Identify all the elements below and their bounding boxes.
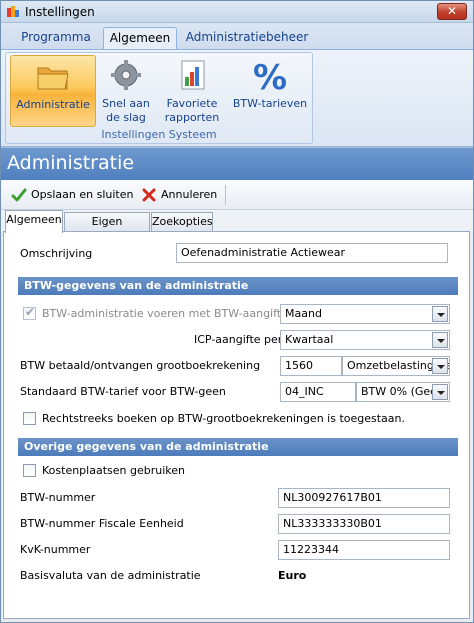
save-and-close-button[interactable]: Opslaan en sluiten <box>11 185 133 205</box>
icp-aangifte-label: ICP-aangifte per <box>194 333 283 346</box>
rechtstreeks-boeken-checkbox[interactable] <box>23 412 36 425</box>
gear-icon <box>111 60 141 90</box>
btw-nummer-fiscale-eenheid-label: BTW-nummer Fiscale Eenheid <box>20 517 184 530</box>
btw-aangifte-value: Maand <box>285 307 322 320</box>
standaard-btw-tarief-label: Standaard BTW-tarief voor BTW-geen <box>20 385 226 398</box>
ribbon-button-label-line2: rapporten <box>164 111 220 124</box>
page-header: Administratie <box>1 147 473 180</box>
icp-aangifte-value: Kwartaal <box>285 333 334 346</box>
checkmark-icon <box>11 188 27 202</box>
omschrijving-label: Omschrijving <box>20 247 93 260</box>
standaard-btw-tarief-select[interactable]: BTW 0% (Geen <box>356 382 450 402</box>
tab-zoekopties[interactable]: Zoekopties <box>151 212 213 232</box>
ribbon-panel: Administratie Snel aan de slag Favoriete… <box>1 49 473 147</box>
ribbon-button-label: Snel aan de slag <box>98 97 154 125</box>
report-chart-icon <box>181 60 205 90</box>
toolbar-separator <box>225 185 226 205</box>
section-overige-gegevens: Overige gegevens van de administratie <box>18 438 458 456</box>
chevron-down-icon[interactable] <box>432 306 448 322</box>
grootboekrekening-label: BTW betaald/ontvangen grootboekrekening <box>20 359 261 372</box>
btw-nummer-label: BTW-nummer <box>20 491 96 504</box>
ribbon-button-snel-aan-de-slag[interactable]: Snel aan de slag <box>98 55 154 127</box>
ribbon-tab-administratiebeheer[interactable]: Administratiebeheer <box>183 27 311 49</box>
basisvaluta-value: Euro <box>278 569 307 582</box>
rechtstreeks-boeken-label: Rechtstreeks boeken op BTW-grootboekreke… <box>42 412 406 425</box>
general-settings-panel: Omschrijving Oefenadministratie Actiewea… <box>3 231 470 619</box>
checkmark-icon: ✔ <box>25 305 36 319</box>
basisvaluta-label: Basisvaluta van de administratie <box>20 569 201 582</box>
ribbon-button-btw-tarieven[interactable]: % BTW-tarieven <box>230 55 310 127</box>
kvk-nummer-input[interactable]: 11223344 <box>278 540 450 560</box>
folder-icon <box>37 67 69 90</box>
action-toolbar: Opslaan en sluiten Annuleren <box>1 180 473 210</box>
ribbon-button-label: Administratie <box>16 98 90 111</box>
ribbon-tab-algemeen[interactable]: Algemeen <box>103 27 177 49</box>
settings-window: Instellingen ✕ Programma Algemeen Admini… <box>0 0 474 623</box>
ribbon-button-label: BTW-tarieven <box>232 97 308 110</box>
btw-administratie-checkbox: ✔ <box>23 305 36 320</box>
standaard-btw-tarief-code-input[interactable]: 04_INC <box>280 382 356 402</box>
omschrijving-input[interactable]: Oefenadministratie Actiewear <box>176 243 448 263</box>
close-button[interactable]: ✕ <box>437 3 467 20</box>
ribbon-button-label-line2: de slag <box>106 111 146 124</box>
window-title: Instellingen <box>25 5 95 19</box>
tab-eigen-gegevens[interactable]: Eigen gegevens <box>64 212 150 246</box>
save-and-close-label: Opslaan en sluiten <box>31 188 134 201</box>
ribbon-tab-bar: Programma Algemeen Administratiebeheer <box>1 23 473 49</box>
ribbon-button-label: Favoriete rapporten <box>156 97 228 125</box>
app-logo-icon <box>7 6 19 17</box>
ribbon-button-label-line1: Snel aan <box>102 97 150 110</box>
ribbon-group-instellingen-systeem: Administratie Snel aan de slag Favoriete… <box>5 52 313 144</box>
title-bar: Instellingen ✕ <box>1 1 473 23</box>
ribbon-tab-programma[interactable]: Programma <box>11 27 101 49</box>
ribbon-button-administratie[interactable]: Administratie <box>10 55 96 127</box>
grootboekrekening-select[interactable]: Omzetbelasting be <box>342 356 450 376</box>
kostenplaatsen-checkbox[interactable] <box>23 464 36 477</box>
cancel-x-icon <box>142 188 156 202</box>
chevron-down-icon[interactable] <box>432 332 448 348</box>
svg-text:%: % <box>253 59 287 93</box>
percent-icon: % <box>253 59 287 93</box>
btw-nummer-input[interactable]: NL300927617B01 <box>278 488 450 508</box>
cancel-button[interactable]: Annuleren <box>141 185 217 205</box>
kvk-nummer-label: KvK-nummer <box>20 543 91 556</box>
grootboekrekening-code-input[interactable]: 1560 <box>280 356 342 376</box>
cancel-label: Annuleren <box>161 188 218 201</box>
section-btw-gegevens: BTW-gegevens van de administratie <box>18 277 458 295</box>
btw-aangifte-label: BTW-administratie voeren met BTW-aangift… <box>42 307 310 320</box>
chevron-down-icon[interactable] <box>432 358 448 374</box>
btw-nummer-fiscale-eenheid-input[interactable]: NL333333330B01 <box>278 514 450 534</box>
ribbon-group-label: Instellingen Systeem <box>101 128 217 141</box>
ribbon-button-favoriete-rapporten[interactable]: Favoriete rapporten <box>156 55 228 127</box>
kostenplaatsen-label: Kostenplaatsen gebruiken <box>42 464 185 477</box>
chevron-down-icon[interactable] <box>432 384 448 400</box>
ribbon-button-label-line1: Favoriete <box>166 97 218 110</box>
tab-algemeen[interactable]: Algemeen <box>5 210 63 233</box>
btw-aangifte-select[interactable]: Maand <box>280 304 450 324</box>
close-icon: ✕ <box>446 4 458 18</box>
icp-aangifte-select[interactable]: Kwartaal <box>280 330 450 350</box>
page-title: Administratie <box>7 152 135 174</box>
content-tab-bar: Algemeen Eigen gegevens Zoekopties <box>1 210 473 246</box>
